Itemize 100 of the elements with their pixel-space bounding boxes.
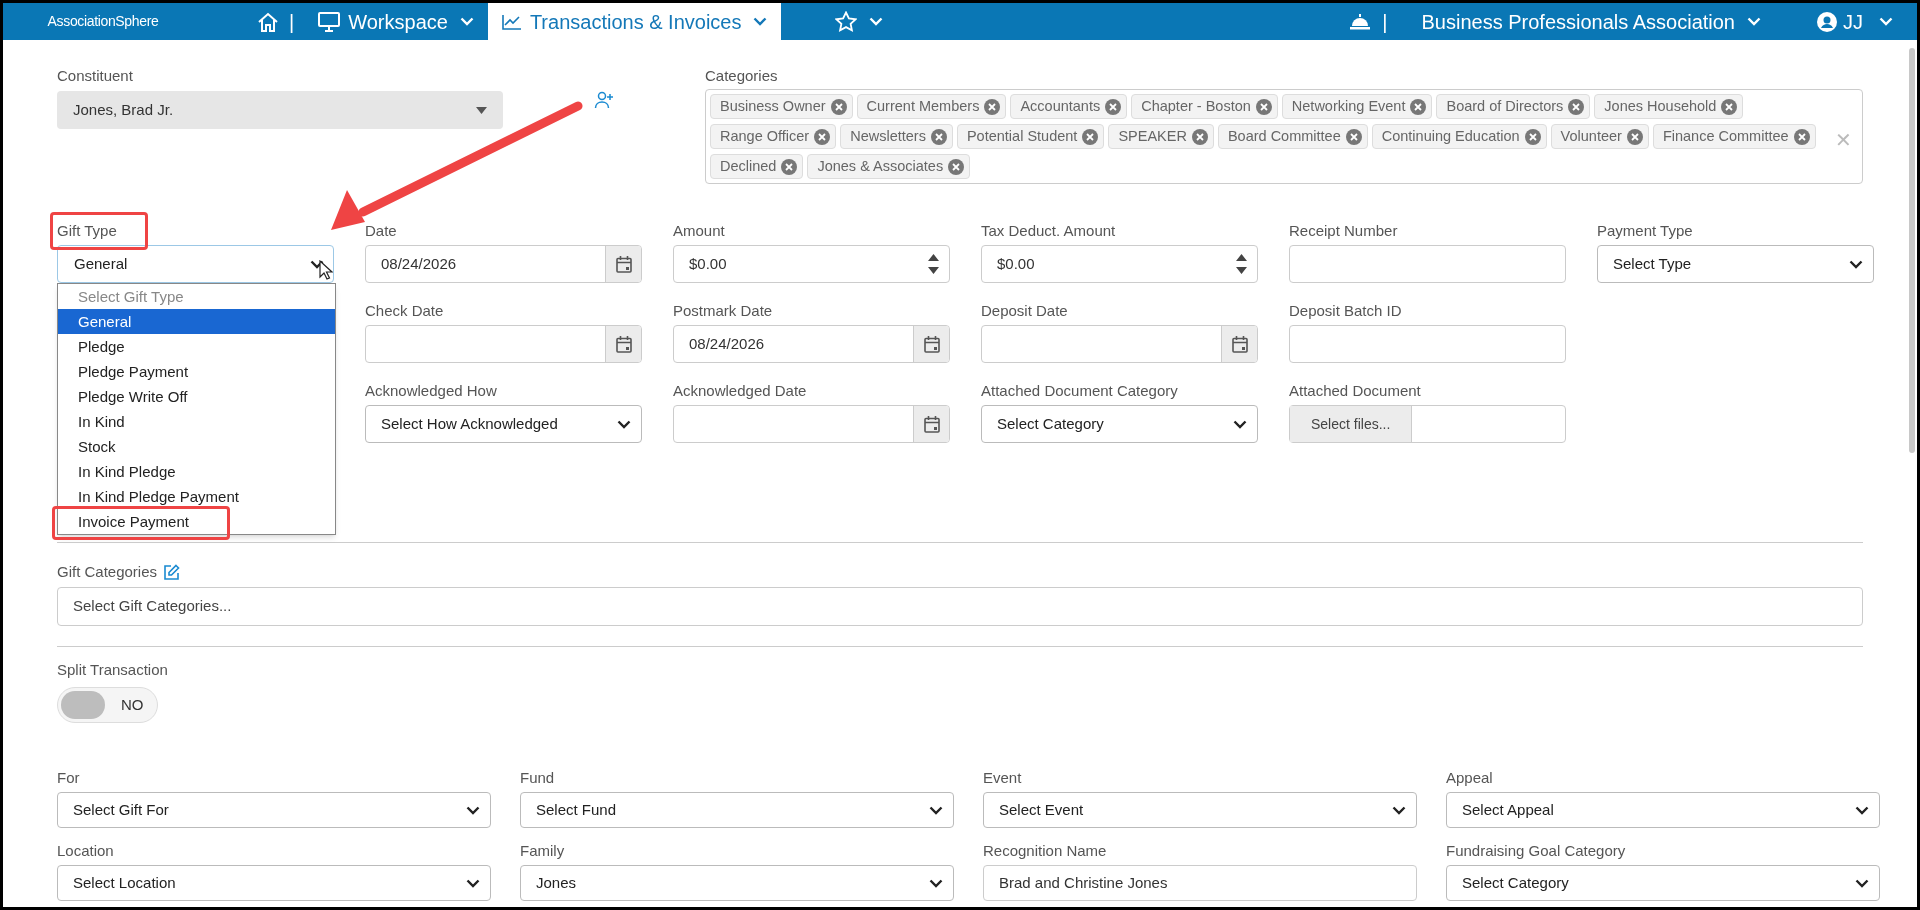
- edit-icon[interactable]: [163, 563, 181, 581]
- select-field[interactable]: Select Type: [1597, 245, 1874, 283]
- organization-menu[interactable]: Business Professionals Association: [1421, 6, 1761, 37]
- select-field[interactable]: Select Fund: [520, 792, 954, 828]
- category-tag[interactable]: Chapter - Boston: [1131, 94, 1278, 119]
- select-field[interactable]: Select How Acknowledged: [365, 405, 642, 443]
- chevron-icon: [1747, 17, 1761, 26]
- date-field[interactable]: [365, 325, 642, 363]
- category-tag[interactable]: Business Owner: [710, 94, 853, 119]
- home-icon[interactable]: [257, 11, 279, 32]
- number-field[interactable]: $0.00: [673, 245, 950, 283]
- calendar-icon[interactable]: [923, 335, 940, 353]
- categories-field[interactable]: [705, 89, 1863, 184]
- constituent-select[interactable]: Jones, Brad Jr.: [57, 91, 503, 129]
- remove-icon[interactable]: [1410, 98, 1427, 115]
- remove-icon[interactable]: [1626, 128, 1643, 145]
- separator: |: [289, 9, 295, 35]
- select-field[interactable]: Select Appeal: [1446, 792, 1880, 828]
- text-field[interactable]: Brad and Christine Jones: [983, 865, 1417, 901]
- date-field[interactable]: 08/24/2026: [365, 245, 642, 283]
- dropdown-option[interactable]: In Kind Pledge: [58, 459, 335, 484]
- select-field[interactable]: Select Category: [1446, 865, 1880, 901]
- category-tag[interactable]: Declined: [710, 154, 804, 179]
- nav-menu[interactable]: Workspace: [304, 3, 488, 40]
- chevron-icon: [1855, 878, 1869, 888]
- category-tag[interactable]: Jones & Associates: [807, 154, 971, 179]
- spinner-icon[interactable]: [1236, 253, 1247, 275]
- category-tag[interactable]: Jones Household: [1594, 94, 1744, 119]
- date-field[interactable]: 08/24/2026: [673, 325, 950, 363]
- remove-icon[interactable]: [948, 158, 965, 175]
- dropdown-option[interactable]: General: [58, 309, 335, 334]
- user-menu[interactable]: JJ: [1817, 6, 1893, 37]
- chevron-icon: [466, 878, 480, 888]
- remove-icon[interactable]: [1255, 98, 1272, 115]
- category-tag[interactable]: Potential Student: [956, 124, 1105, 149]
- chevron-icon: [617, 419, 631, 429]
- select-field[interactable]: Jones: [520, 865, 954, 901]
- select-files-button[interactable]: Select files...: [1290, 406, 1413, 442]
- calendar-icon[interactable]: [1231, 335, 1248, 353]
- calendar-icon[interactable]: [923, 415, 940, 433]
- gift-type-select[interactable]: General: [57, 245, 334, 283]
- dropdown-option[interactable]: In Kind Pledge Payment: [58, 484, 335, 509]
- text-field[interactable]: [1289, 325, 1566, 363]
- logo[interactable]: AssociationSphere: [47, 11, 159, 32]
- dropdown-option[interactable]: Pledge Write Off: [58, 384, 335, 409]
- field-label: Deposit Batch ID: [1289, 302, 1403, 320]
- field-label: Fundraising Goal Category: [1446, 842, 1627, 860]
- select-field[interactable]: Select Category: [981, 405, 1258, 443]
- remove-icon[interactable]: [1345, 128, 1362, 145]
- remove-icon[interactable]: [984, 98, 1001, 115]
- field-label: Recognition Name: [983, 842, 1108, 860]
- date-field[interactable]: [981, 325, 1258, 363]
- select-field[interactable]: Select Gift For: [57, 792, 491, 828]
- category-tag[interactable]: Networking Event: [1281, 94, 1433, 119]
- date-field[interactable]: [673, 405, 950, 443]
- spinner-icon[interactable]: [928, 253, 939, 275]
- category-tag[interactable]: Board Committee: [1217, 124, 1368, 149]
- dropdown-option[interactable]: Stock: [58, 434, 335, 459]
- dropdown-option[interactable]: Select Gift Type: [58, 284, 335, 309]
- remove-icon[interactable]: [814, 128, 831, 145]
- select-field[interactable]: Select Location: [57, 865, 491, 901]
- gift-categories-field[interactable]: Select Gift Categories...: [57, 587, 1863, 626]
- bell-icon[interactable]: [1350, 13, 1371, 30]
- dropdown-option[interactable]: Pledge: [58, 334, 335, 359]
- remove-icon[interactable]: [1793, 128, 1810, 145]
- dropdown-option[interactable]: Invoice Payment: [58, 509, 335, 534]
- category-tag[interactable]: Current Members: [856, 94, 1007, 119]
- remove-icon[interactable]: [1524, 128, 1541, 145]
- dropdown-option[interactable]: Pledge Payment: [58, 359, 335, 384]
- remove-icon[interactable]: [1568, 98, 1585, 115]
- remove-icon[interactable]: [781, 158, 798, 175]
- text-field[interactable]: [1289, 245, 1566, 283]
- chevron-icon: [929, 878, 943, 888]
- scrollbar[interactable]: [1909, 48, 1915, 453]
- calendar-icon[interactable]: [615, 255, 632, 273]
- remove-icon[interactable]: [830, 98, 847, 115]
- file-field[interactable]: Select files...: [1289, 405, 1566, 443]
- dropdown-option[interactable]: In Kind: [58, 409, 335, 434]
- remove-icon[interactable]: [1105, 98, 1122, 115]
- category-tag[interactable]: Continuing Education: [1371, 124, 1547, 149]
- toggle-switch[interactable]: NO: [57, 687, 158, 723]
- calendar-icon[interactable]: [615, 335, 632, 353]
- category-tag[interactable]: Newsletters: [840, 124, 953, 149]
- add-person-icon[interactable]: [594, 91, 614, 109]
- chevron-icon: [459, 17, 474, 26]
- category-tag[interactable]: Finance Committee: [1652, 124, 1816, 149]
- category-tag[interactable]: Accountants: [1010, 94, 1128, 119]
- field-label: For: [57, 769, 81, 787]
- remove-icon[interactable]: [930, 128, 947, 145]
- field-label: Gift Categories: [57, 561, 158, 582]
- remove-icon[interactable]: [1082, 128, 1099, 145]
- select-field[interactable]: Select Event: [983, 792, 1417, 828]
- category-tag[interactable]: Range Officer: [710, 124, 837, 149]
- number-field[interactable]: $0.00: [981, 245, 1258, 283]
- remove-icon[interactable]: [1721, 98, 1738, 115]
- remove-icon[interactable]: [1191, 128, 1208, 145]
- category-tag[interactable]: SPEAKER: [1108, 124, 1214, 149]
- category-tag[interactable]: Volunteer: [1550, 124, 1649, 149]
- nav-menu[interactable]: Transactions & Invoices: [487, 3, 782, 40]
- category-tag[interactable]: Board of Directors: [1436, 94, 1591, 119]
